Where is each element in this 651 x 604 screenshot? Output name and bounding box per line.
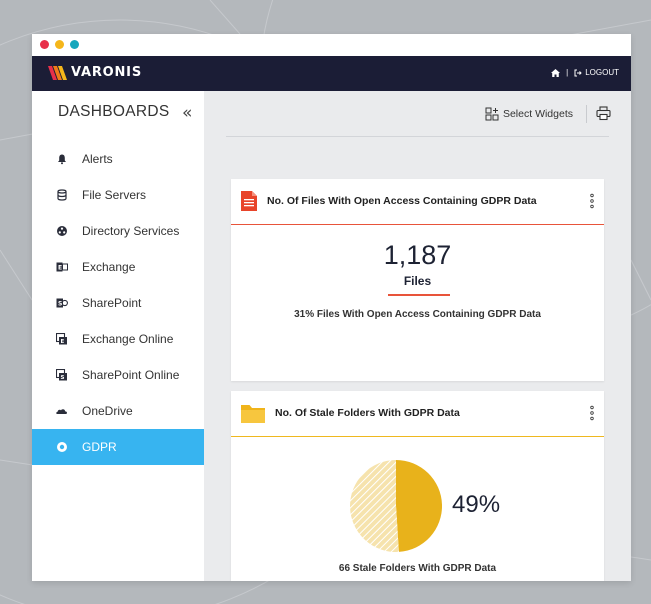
sidebar-item-exchange-online[interactable]: E Exchange Online — [32, 321, 204, 357]
sidebar-item-sharepoint-online[interactable]: S SharePoint Online — [32, 357, 204, 393]
logout-link[interactable]: LOGOUT — [574, 68, 619, 77]
widget-header: No. Of Files With Open Access Containing… — [231, 179, 604, 224]
sidebar-item-label: SharePoint — [82, 296, 142, 310]
widget-title: No. Of Files With Open Access Containing… — [267, 195, 537, 207]
sidebar-item-label: File Servers — [82, 188, 147, 202]
sidebar-header: DASHBOARDS « — [32, 91, 204, 137]
app-window: VARONIS | LOGOUT DASHBOARDS « Alerts Fil… — [32, 34, 631, 581]
sidebar-item-directory-services[interactable]: Directory Services — [32, 213, 204, 249]
dashboard-main: Select Widgets No. Of Files With Open Ac… — [204, 91, 631, 581]
svg-text:S: S — [61, 375, 65, 381]
widget-subtitle: 31% Files With Open Access Containing GD… — [294, 309, 541, 320]
stale-folders-percent: 49% — [452, 491, 501, 518]
svg-text:E: E — [61, 339, 65, 345]
pie-slice-stale — [396, 460, 443, 552]
widget-open-access-files: No. Of Files With Open Access Containing… — [231, 179, 604, 381]
logout-label: LOGOUT — [585, 68, 619, 77]
widget-header: No. Of Stale Folders With GDPR Data — [231, 391, 604, 436]
toolbar-divider — [226, 136, 609, 137]
sharepoint-online-icon: S — [56, 369, 67, 381]
sharepoint-icon: S — [56, 298, 68, 308]
files-unit: Files — [403, 274, 432, 288]
files-count: 1,187 — [383, 240, 452, 270]
widget-subtitle: 66 Stale Folders With GDPR Data — [338, 563, 497, 574]
print-icon[interactable] — [596, 106, 611, 121]
dashboard-toolbar: Select Widgets — [204, 91, 631, 137]
sidebar-item-alerts[interactable]: Alerts — [32, 141, 204, 177]
files-underline — [388, 294, 450, 296]
pie-slice-remaining — [350, 460, 399, 552]
top-navbar: VARONIS | LOGOUT — [32, 56, 631, 91]
sidebar-item-sharepoint[interactable]: S SharePoint — [32, 285, 204, 321]
widget-menu-icon[interactable] — [590, 405, 594, 421]
network-icon — [57, 226, 67, 236]
minimize-window-button[interactable] — [55, 40, 64, 49]
database-icon — [57, 189, 67, 201]
bell-icon — [58, 154, 66, 165]
sidebar-item-exchange[interactable]: E Exchange — [32, 249, 204, 285]
gdpr-icon — [57, 442, 67, 452]
select-widgets-label: Select Widgets — [502, 108, 573, 120]
widgets-icon — [485, 107, 499, 121]
sidebar-item-label: Alerts — [82, 152, 113, 166]
widget-stale-folders: No. Of Stale Folders With GDPR Data 49% … — [231, 391, 604, 581]
exchange-online-icon: E — [56, 333, 67, 345]
stale-folders-pie-chart — [350, 460, 443, 552]
widget-header-divider — [231, 436, 604, 437]
document-icon — [241, 191, 257, 211]
svg-text:S: S — [58, 301, 62, 308]
sidebar-title: DASHBOARDS — [58, 103, 170, 120]
brand-logo[interactable]: VARONIS — [48, 65, 142, 80]
folder-icon — [241, 405, 265, 423]
maximize-window-button[interactable] — [70, 40, 79, 49]
sidebar-item-onedrive[interactable]: OneDrive — [32, 393, 204, 429]
navbar-separator: | — [566, 68, 569, 77]
brand-name: VARONIS — [71, 65, 142, 80]
widget-title: No. Of Stale Folders With GDPR Data — [275, 407, 460, 419]
varonis-mark-icon — [48, 65, 67, 80]
sidebar: DASHBOARDS « Alerts File Servers Directo… — [32, 91, 204, 581]
sidebar-item-label: Exchange Online — [82, 332, 174, 346]
sidebar-item-label: OneDrive — [82, 404, 133, 418]
sidebar-item-label: Exchange — [82, 260, 136, 274]
toolbar-separator — [586, 105, 587, 123]
logout-icon — [574, 69, 582, 76]
sidebar-item-label: SharePoint Online — [82, 368, 180, 382]
collapse-sidebar-button[interactable]: « — [182, 103, 192, 123]
window-titlebar — [32, 34, 631, 56]
sidebar-item-label: GDPR — [82, 440, 117, 454]
cloud-icon — [56, 409, 68, 414]
sidebar-item-gdpr[interactable]: GDPR — [32, 429, 204, 465]
sidebar-item-file-servers[interactable]: File Servers — [32, 177, 204, 213]
svg-text:E: E — [58, 265, 62, 272]
navbar-actions: | LOGOUT — [551, 68, 619, 77]
select-widgets-button[interactable]: Select Widgets — [485, 107, 573, 121]
exchange-icon: E — [56, 262, 68, 272]
sidebar-item-label: Directory Services — [82, 224, 180, 238]
close-window-button[interactable] — [40, 40, 49, 49]
widget-header-divider — [231, 224, 604, 225]
home-icon[interactable] — [551, 68, 561, 77]
widget-menu-icon[interactable] — [590, 193, 594, 209]
